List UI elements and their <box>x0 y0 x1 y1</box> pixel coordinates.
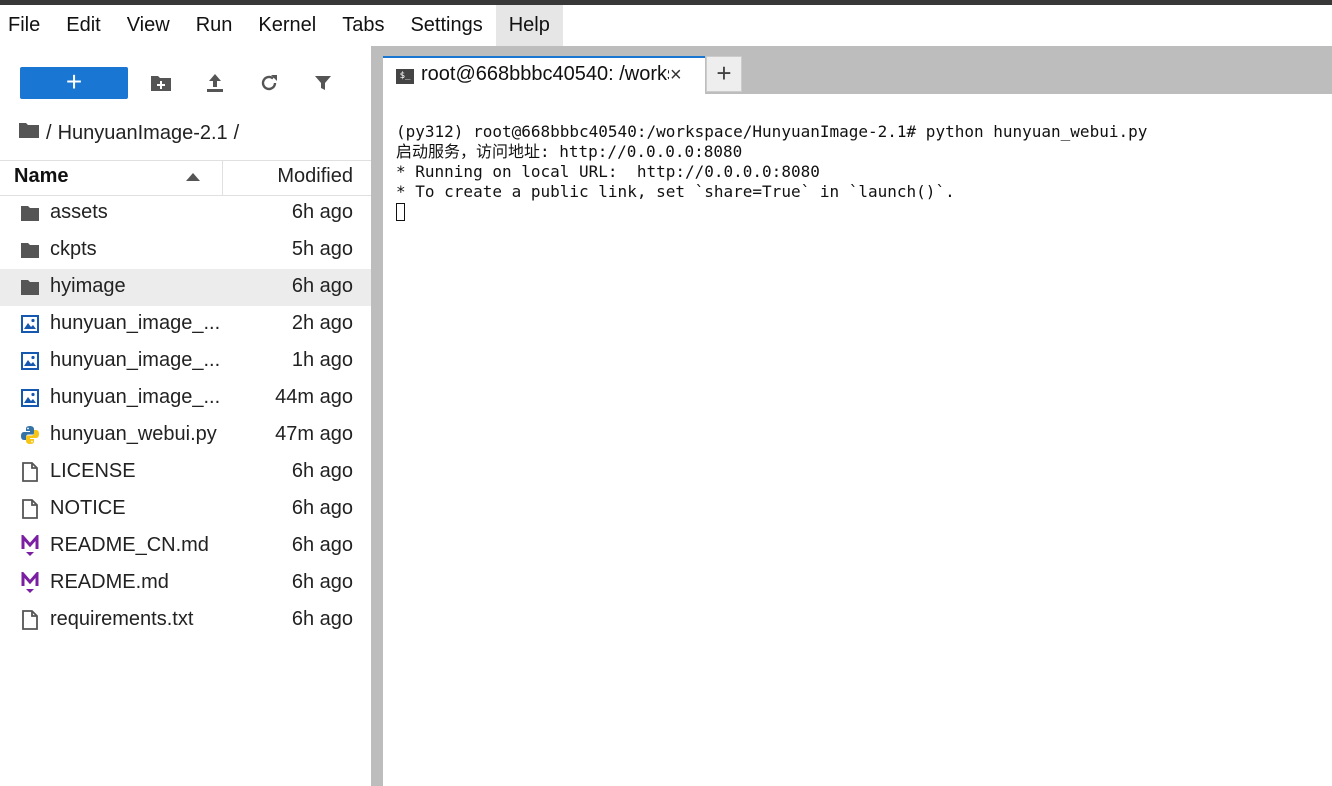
breadcrumb-separator: / <box>46 121 52 144</box>
sort-ascending-icon[interactable] <box>186 173 200 181</box>
file-name: ckpts <box>50 238 97 260</box>
file-modified: 6h ago <box>291 534 353 556</box>
list-item[interactable]: hunyuan_image_... 2h ago <box>0 306 371 343</box>
column-name[interactable]: Name <box>14 165 68 188</box>
column-divider[interactable] <box>222 161 223 195</box>
text-file-icon <box>19 609 41 631</box>
menu-edit[interactable]: Edit <box>53 5 113 46</box>
add-tab-button[interactable]: + <box>706 56 742 92</box>
tab-label: root@668bbbc40540: /workspace/HunyuanIma… <box>421 63 669 85</box>
file-name: LICENSE <box>50 460 136 482</box>
menu-tabs[interactable]: Tabs <box>329 5 397 46</box>
list-item[interactable]: requirements.txt 6h ago <box>0 602 371 639</box>
breadcrumb-item[interactable]: HunyuanImage-2.1 <box>58 122 228 145</box>
file-name: hyimage <box>50 275 126 297</box>
file-name: requirements.txt <box>50 608 194 630</box>
filter-icon[interactable] <box>310 70 336 96</box>
new-folder-icon[interactable] <box>148 70 174 96</box>
list-item[interactable]: hunyuan_image_... 1h ago <box>0 343 371 380</box>
new-launcher-button[interactable]: + <box>20 67 128 99</box>
file-modified: 5h ago <box>291 238 353 260</box>
menu-help[interactable]: Help <box>495 5 563 46</box>
file-name: README.md <box>50 571 169 593</box>
image-file-icon <box>19 387 41 409</box>
file-modified: 47m ago <box>275 423 353 445</box>
folder-icon <box>19 276 41 298</box>
file-name: NOTICE <box>50 497 126 519</box>
list-item[interactable]: README_CN.md 6h ago <box>0 528 371 565</box>
file-browser: + / HunyuanImage-2.1 / Name Modified ass… <box>0 46 371 786</box>
file-modified: 2h ago <box>291 312 353 334</box>
markdown-file-icon <box>19 572 41 594</box>
file-name: hunyuan_image_... <box>50 386 221 408</box>
file-browser-toolbar: + <box>0 46 371 118</box>
list-item[interactable]: README.md 6h ago <box>0 565 371 602</box>
list-item[interactable]: hunyuan_image_... 44m ago <box>0 380 371 417</box>
markdown-file-icon <box>19 535 41 557</box>
menu-bar: File Edit View Run Kernel Tabs Settings … <box>0 5 1332 46</box>
menu-file[interactable]: File <box>0 5 53 46</box>
file-list-header: Name Modified <box>0 160 371 196</box>
refresh-icon[interactable] <box>256 70 282 96</box>
file-modified: 1h ago <box>291 349 353 371</box>
file-name: hunyuan_webui.py <box>50 423 217 445</box>
main-area: $_ root@668bbbc40540: /workspace/Hunyuan… <box>383 46 1332 786</box>
terminal-line: * To create a public link, set `share=Tr… <box>396 182 955 201</box>
python-file-icon <box>19 424 41 446</box>
list-item[interactable]: ckpts 5h ago <box>0 232 371 269</box>
menu-kernel[interactable]: Kernel <box>245 5 329 46</box>
file-modified: 6h ago <box>291 460 353 482</box>
menu-settings[interactable]: Settings <box>397 5 495 46</box>
text-file-icon <box>19 498 41 520</box>
close-icon[interactable]: × <box>670 64 682 87</box>
breadcrumb-separator: / <box>233 121 240 144</box>
terminal-line: * Running on local URL: http://0.0.0.0:8… <box>396 162 820 181</box>
terminal-line: 启动服务，访问地址: http://0.0.0.0:8080 <box>396 142 743 161</box>
file-name: assets <box>50 201 108 223</box>
file-name: hunyuan_image_... <box>50 349 221 371</box>
terminal-cursor <box>396 203 405 221</box>
list-item[interactable]: NOTICE 6h ago <box>0 491 371 528</box>
file-modified: 6h ago <box>291 608 353 630</box>
file-modified: 6h ago <box>291 497 353 519</box>
breadcrumb: / HunyuanImage-2.1 / <box>18 118 245 148</box>
menu-view[interactable]: View <box>114 5 183 46</box>
list-item[interactable]: hunyuan_webui.py 47m ago <box>0 417 371 454</box>
file-modified: 6h ago <box>291 571 353 593</box>
upload-icon[interactable] <box>202 70 228 96</box>
folder-icon <box>19 239 41 261</box>
terminal-icon: $_ <box>396 69 414 84</box>
list-item[interactable]: assets 6h ago <box>0 195 371 232</box>
list-item[interactable]: hyimage 6h ago <box>0 269 371 306</box>
file-modified: 6h ago <box>291 201 353 223</box>
folder-icon <box>19 202 41 224</box>
sidebar-splitter[interactable] <box>371 46 383 786</box>
terminal-line: (py312) root@668bbbc40540:/workspace/Hun… <box>396 122 1148 141</box>
menu-run[interactable]: Run <box>183 5 246 46</box>
image-file-icon <box>19 350 41 372</box>
image-file-icon <box>19 313 41 335</box>
column-modified[interactable]: Modified <box>277 165 353 188</box>
file-modified: 44m ago <box>275 386 353 408</box>
folder-icon[interactable] <box>18 121 40 145</box>
tab-bar: $_ root@668bbbc40540: /workspace/Hunyuan… <box>383 46 1332 94</box>
file-list: assets 6h ago ckpts 5h ago hyimage 6h ag… <box>0 195 371 639</box>
file-modified: 6h ago <box>291 275 353 297</box>
list-item[interactable]: LICENSE 6h ago <box>0 454 371 491</box>
tab-terminal[interactable]: $_ root@668bbbc40540: /workspace/Hunyuan… <box>383 56 705 94</box>
file-name: hunyuan_image_... <box>50 312 221 334</box>
terminal-output[interactable]: (py312) root@668bbbc40540:/workspace/Hun… <box>396 122 1316 222</box>
file-name: README_CN.md <box>50 534 209 556</box>
text-file-icon <box>19 461 41 483</box>
